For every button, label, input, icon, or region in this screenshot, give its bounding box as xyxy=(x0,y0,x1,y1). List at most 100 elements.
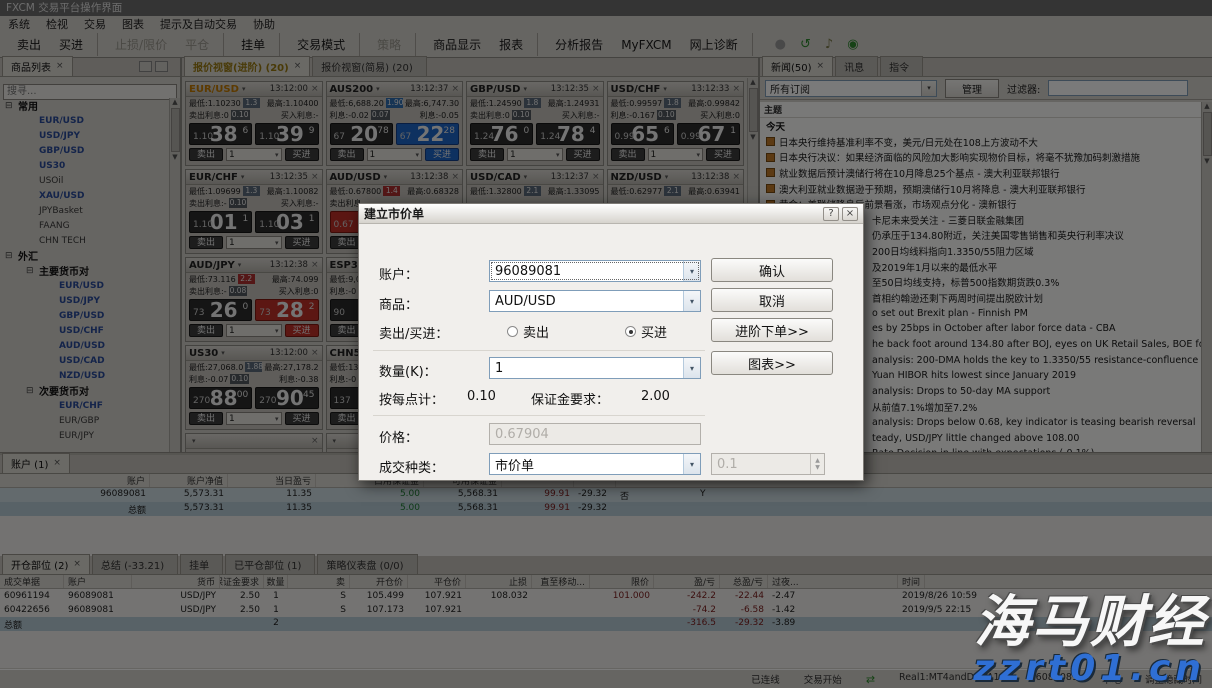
news-scrollbar[interactable]: ▲ ▼ xyxy=(1201,102,1212,452)
toolbar-button[interactable]: 止损/限价 xyxy=(106,33,176,56)
column-header[interactable]: 总盈/亏 xyxy=(720,575,768,588)
quantity-select[interactable]: 1 ▾ xyxy=(226,236,282,249)
quantity-select[interactable]: 1 ▾ xyxy=(226,324,282,337)
account-row[interactable]: 总额5,573.3111.355.005,568.3199.91-29.32 xyxy=(0,502,1212,516)
news-item[interactable]: 澳大利亚就业数据逊于预期，预期澳储行10月将降息 - 澳大利亚联邦银行 xyxy=(760,181,1201,197)
positions-tab[interactable]: 总结 (-33.21) xyxy=(92,554,178,574)
scroll-up-icon[interactable]: ▲ xyxy=(1204,102,1209,111)
column-header[interactable]: 开仓价 xyxy=(350,575,408,588)
sell-price-button[interactable]: 1.10 01 1 xyxy=(189,211,252,233)
sell-button[interactable]: 卖出 xyxy=(189,236,223,249)
amount-select[interactable]: 1 ▾ xyxy=(489,357,701,379)
buy-price-button[interactable]: 0.99 67 1 xyxy=(677,123,740,145)
buy-button[interactable]: 买进 xyxy=(285,236,319,249)
tree-item[interactable]: NZD/USD xyxy=(0,368,169,383)
chevron-down-icon[interactable]: ▾ xyxy=(663,85,667,93)
quote-panel-header[interactable]: AUD/USD ▾ 13:12:38 × xyxy=(327,170,463,185)
chevron-down-icon[interactable]: ▾ xyxy=(333,437,337,445)
sell-price-button[interactable]: 270 88 00 xyxy=(189,387,252,409)
close-icon[interactable]: × xyxy=(817,62,825,71)
tree-expand-icon[interactable] xyxy=(5,101,18,111)
buy-radio[interactable]: 买进 xyxy=(625,322,667,341)
account-select[interactable]: 96089081 ▾ xyxy=(489,260,701,282)
sell-button[interactable]: 卖出 xyxy=(189,324,223,337)
advanced-order-button[interactable]: 进阶下单>> xyxy=(711,318,833,342)
scroll-thumb[interactable] xyxy=(171,108,180,152)
undo-icon[interactable]: ↺ xyxy=(800,37,811,52)
column-header[interactable]: 限价 xyxy=(590,575,654,588)
sell-button[interactable]: 卖出 xyxy=(611,148,645,161)
close-icon[interactable]: × xyxy=(451,172,459,182)
menu-item[interactable]: 系统 xyxy=(0,16,38,32)
tree-item[interactable]: USD/CHF xyxy=(0,323,169,338)
chevron-down-icon[interactable]: ▾ xyxy=(523,85,527,93)
symbol-select[interactable]: AUD/USD ▾ xyxy=(489,290,701,312)
column-header[interactable]: 保证金要求 xyxy=(220,575,264,588)
column-header[interactable]: 账户 xyxy=(64,575,132,588)
tree-item[interactable]: GBP/USD xyxy=(0,308,169,323)
tree-item[interactable]: XAU/USD xyxy=(0,188,169,203)
chevron-down-icon[interactable]: ▾ xyxy=(192,437,196,445)
close-icon[interactable]: × xyxy=(732,172,740,182)
tree-item[interactable]: FAANG xyxy=(0,218,169,233)
tree-item[interactable]: 主要货币对 xyxy=(0,263,169,278)
close-icon[interactable]: × xyxy=(311,348,319,358)
chevron-down-icon[interactable]: ▾ xyxy=(376,85,380,93)
close-icon[interactable]: × xyxy=(294,62,302,71)
filter-input[interactable] xyxy=(1048,80,1188,96)
tab-accounts[interactable]: 账户 (1) × xyxy=(2,453,70,473)
help-icon[interactable]: ? xyxy=(823,207,839,221)
close-icon[interactable]: × xyxy=(73,560,81,569)
column-header[interactable]: 货币 xyxy=(132,575,220,588)
scroll-up-icon[interactable]: ▲ xyxy=(750,78,755,87)
buy-button[interactable]: 买进 xyxy=(285,148,319,161)
quote-panel-header[interactable]: ▾ × xyxy=(186,434,322,449)
toolbar-button[interactable]: 挂单 xyxy=(232,33,280,56)
news-item[interactable]: 日本央行决议：如果经济面临的风险加大影响实现物价目标，将毫不犹豫加码刺激措施 xyxy=(760,150,1201,166)
globe-icon[interactable]: ◉ xyxy=(847,37,858,52)
news-tab[interactable]: 指令 xyxy=(880,56,923,76)
column-header[interactable]: 卖 xyxy=(288,575,350,588)
column-header[interactable]: 过夜... xyxy=(768,575,898,588)
toolbar-button[interactable]: MyFXCM xyxy=(612,35,680,55)
menu-item[interactable]: 提示及自动交易 xyxy=(152,16,245,32)
tree-item[interactable]: USD/CAD xyxy=(0,353,169,368)
tab-symbol-list[interactable]: 商品列表 × xyxy=(2,56,73,76)
column-header[interactable]: 平仓价 xyxy=(408,575,466,588)
tree-item[interactable]: EUR/GBP xyxy=(0,413,169,428)
toolbar-button[interactable]: 卖出 xyxy=(8,33,50,56)
menu-item[interactable]: 检视 xyxy=(38,16,76,32)
column-header[interactable]: 数量 xyxy=(264,575,288,588)
position-row[interactable]: 6042265696089081USD/JPY2.501S107.173107.… xyxy=(0,603,1212,617)
tree-item[interactable]: 次要货币对 xyxy=(0,383,169,398)
tree-expand-icon[interactable] xyxy=(26,266,39,276)
column-header[interactable]: 成交单据 xyxy=(0,575,64,588)
dialog-titlebar[interactable]: 建立市价单 ? × xyxy=(359,204,863,224)
close-icon[interactable]: × xyxy=(53,459,61,468)
quantity-select[interactable]: 1 ▾ xyxy=(226,148,282,161)
column-header[interactable]: 账户净值 xyxy=(150,474,228,487)
order-type-select[interactable]: 市价单 ▾ xyxy=(489,453,701,475)
toolbar-button[interactable]: 报表 xyxy=(490,33,538,56)
position-row[interactable]: 6096119496089081USD/JPY2.501S105.499107.… xyxy=(0,589,1212,603)
news-item[interactable]: 就业数据后预计澳储行将在10月降息25个基点 - 澳大利亚联邦银行 xyxy=(760,165,1201,181)
column-header[interactable]: 止损 xyxy=(466,575,532,588)
buy-price-button[interactable]: 1.10 03 1 xyxy=(255,211,318,233)
buy-price-button[interactable]: 1.24 78 4 xyxy=(536,123,599,145)
positions-tab[interactable]: 已平仓部位 (1) xyxy=(225,554,315,574)
close-icon[interactable]: × xyxy=(311,436,319,446)
column-header[interactable]: 直至移动... xyxy=(532,575,590,588)
scroll-down-icon[interactable]: ▼ xyxy=(172,153,177,162)
sell-price-button[interactable]: 67 20 78 xyxy=(330,123,393,145)
sell-price-button[interactable]: 73 26 0 xyxy=(189,299,252,321)
buy-price-button[interactable]: 73 28 2 xyxy=(255,299,318,321)
sell-button[interactable]: 卖出 xyxy=(470,148,504,161)
news-item[interactable]: 日本央行维持基准利率不变，美元/日元处在108上方波动不大 xyxy=(760,134,1201,150)
sell-button[interactable]: 卖出 xyxy=(189,412,223,425)
tree-item[interactable]: 外汇 xyxy=(0,248,169,263)
chevron-down-icon[interactable]: ▾ xyxy=(384,173,388,181)
quote-panel-header[interactable]: EUR/USD ▾ 13:12:00 × xyxy=(186,82,322,97)
sell-button[interactable]: 卖出 xyxy=(330,148,364,161)
tree-item[interactable]: GBP/USD xyxy=(0,143,169,158)
close-icon[interactable]: × xyxy=(451,84,459,94)
